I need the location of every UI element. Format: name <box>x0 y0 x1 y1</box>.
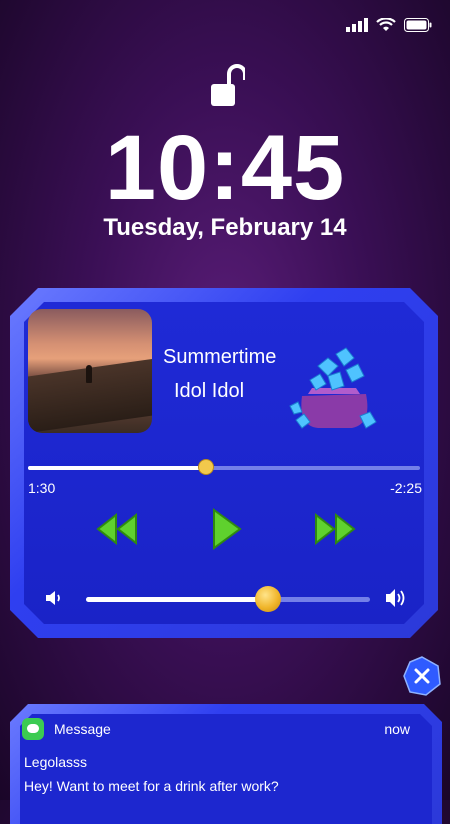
status-bar <box>346 18 432 32</box>
wifi-icon <box>376 18 396 31</box>
volume-slider[interactable] <box>86 586 370 612</box>
artist-name: Idol Idol <box>174 380 245 402</box>
remaining-time: -2:25 <box>390 480 422 496</box>
gem-sack-icon <box>289 347 377 429</box>
unlocked-padlock-icon[interactable] <box>209 64 245 110</box>
progress-fill <box>28 466 207 470</box>
clock-time: 10:45 <box>104 117 346 219</box>
signal-icon <box>346 18 368 32</box>
playback-progress-bar[interactable] <box>28 460 420 474</box>
battery-icon <box>404 18 432 32</box>
album-art[interactable] <box>28 309 152 433</box>
volume-low-icon <box>46 591 60 605</box>
play-icon[interactable] <box>210 508 242 550</box>
volume-fill <box>86 597 268 602</box>
notification-sender: Legolasss <box>24 754 88 770</box>
song-title: Summertime <box>163 346 277 368</box>
notification-text: Hey! Want to meet for a drink after work… <box>24 778 279 794</box>
rewind-icon[interactable] <box>96 508 138 550</box>
volume-knob[interactable] <box>254 586 281 612</box>
elapsed-time: 1:30 <box>28 480 56 496</box>
notification-app-name: Message <box>54 721 111 737</box>
volume-high-icon <box>386 589 405 607</box>
message-icon <box>22 718 44 740</box>
close-icon[interactable] <box>402 656 442 696</box>
notification-time: now <box>384 721 410 737</box>
clock-date: Tuesday, February 14 <box>103 214 347 241</box>
fast-forward-icon[interactable] <box>314 508 356 550</box>
